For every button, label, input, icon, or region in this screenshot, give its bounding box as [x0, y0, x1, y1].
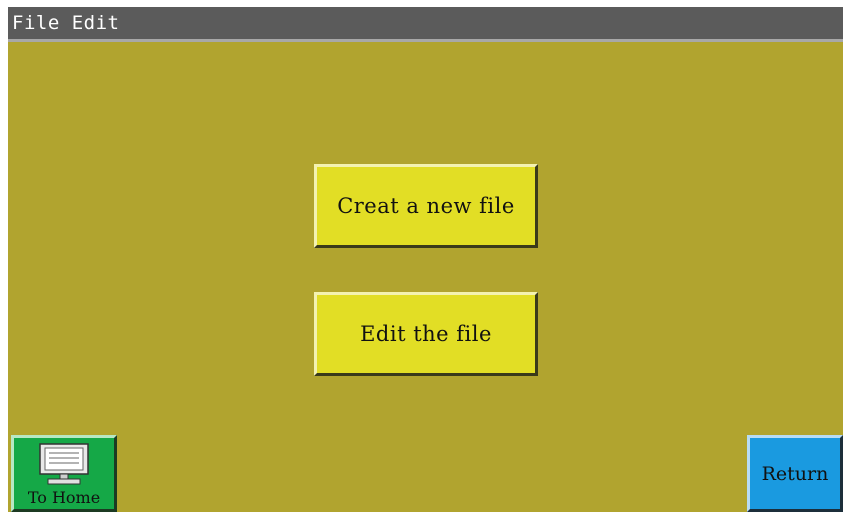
monitor-icon: [36, 442, 92, 486]
return-label: Return: [761, 462, 829, 485]
to-home-button[interactable]: To Home: [11, 435, 117, 512]
create-new-file-label: Creat a new file: [337, 194, 515, 218]
to-home-label: To Home: [27, 488, 101, 507]
return-button[interactable]: Return: [747, 435, 843, 512]
app-frame: File Edit Creat a new file Edit the file…: [8, 7, 843, 512]
edit-file-button[interactable]: Edit the file: [314, 292, 538, 376]
page-title: File Edit: [8, 7, 843, 42]
edit-file-label: Edit the file: [360, 322, 492, 346]
create-new-file-button[interactable]: Creat a new file: [314, 164, 538, 248]
